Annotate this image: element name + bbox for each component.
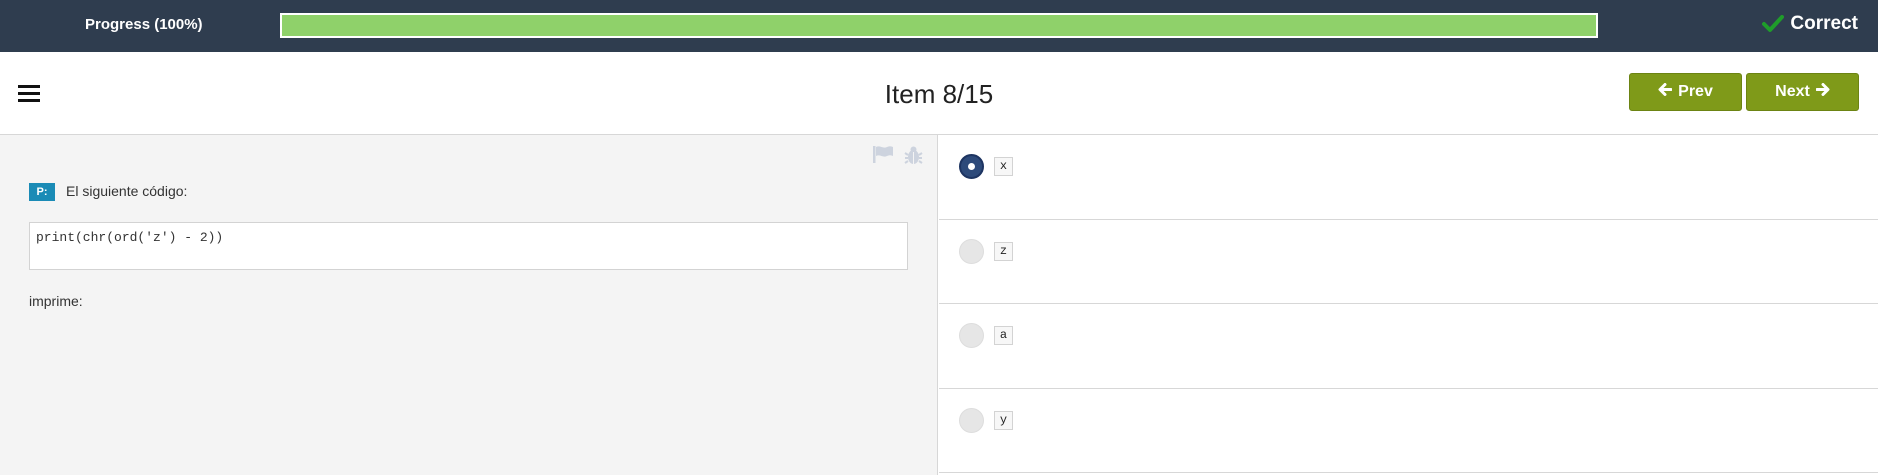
option-code: a (994, 326, 1013, 345)
answer-option[interactable]: z (939, 220, 1878, 304)
radio-button[interactable] (959, 154, 984, 179)
answer-option[interactable]: x (939, 135, 1878, 220)
question-tools (872, 145, 923, 165)
item-counter: Item 8/15 (884, 79, 994, 109)
radio-button[interactable] (959, 407, 984, 433)
status-text: Correct (1790, 13, 1858, 34)
answer-option[interactable]: a (939, 304, 1878, 389)
arrow-right-icon (1815, 83, 1830, 101)
item-header: Item 8/15 Prev Next (0, 52, 1878, 135)
check-icon (1762, 15, 1785, 33)
flag-icon[interactable] (872, 145, 894, 165)
question-panel: P: El siguiente código: print(chr(ord('z… (0, 135, 938, 475)
bug-icon[interactable] (904, 145, 923, 165)
radio-button[interactable] (959, 238, 984, 264)
option-code: z (994, 241, 1013, 261)
answers-panel: x z a y (939, 135, 1878, 475)
next-button[interactable]: Next (1746, 73, 1859, 111)
arrow-left-icon (1658, 83, 1673, 101)
prev-label: Prev (1678, 83, 1713, 100)
progress-bar-header: Progress (100%) Correct (0, 0, 1878, 52)
code-block: print(chr(ord('z') - 2)) (29, 222, 908, 270)
progress-label: Progress (100%) (85, 16, 203, 33)
question-prompt: El siguiente código: (66, 183, 188, 199)
answer-option[interactable]: y (939, 389, 1878, 473)
prev-button[interactable]: Prev (1629, 73, 1742, 111)
progress-track (280, 13, 1598, 38)
radio-button[interactable] (959, 323, 984, 348)
next-label: Next (1775, 83, 1810, 100)
progress-fill (282, 15, 1596, 36)
option-code: y (994, 410, 1013, 430)
question-badge: P: (29, 183, 55, 201)
question-suffix: imprime: (29, 293, 83, 309)
status-indicator: Correct (1762, 13, 1858, 35)
option-code: x (994, 157, 1013, 176)
